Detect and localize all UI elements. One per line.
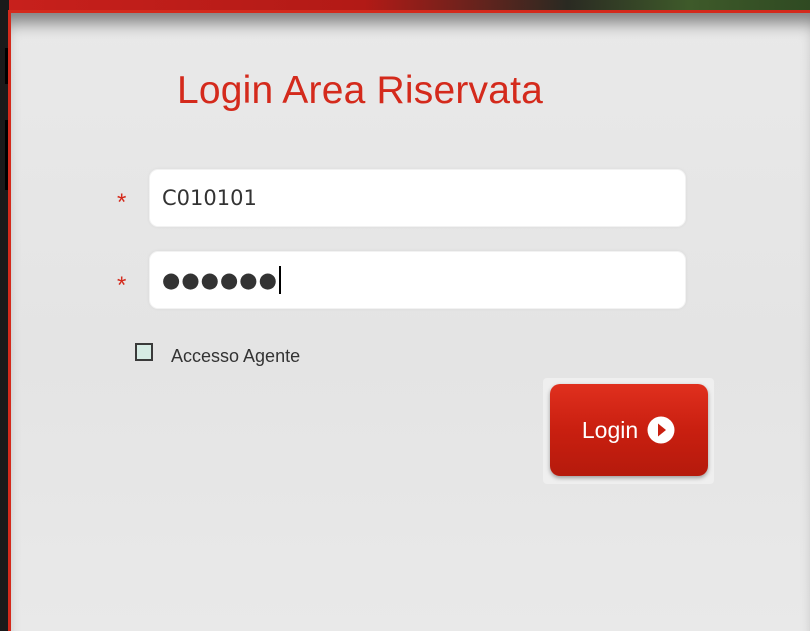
username-required-marker: * [117, 189, 127, 216]
login-button-label: Login [581, 416, 639, 443]
password-field[interactable]: ●●●●●● [149, 251, 686, 309]
password-required-marker: * [117, 272, 127, 299]
accesso-agente-label[interactable]: Accesso Agente [171, 346, 300, 367]
play-circle-icon [646, 415, 676, 445]
username-field[interactable]: C010101 [149, 169, 686, 227]
password-value: ●●●●●● [162, 268, 278, 292]
accesso-agente-checkbox[interactable] [135, 343, 153, 361]
username-value: C010101 [162, 186, 257, 210]
login-dialog: Login Area Riservata * C010101 * ●●●●●● … [8, 10, 810, 631]
text-cursor [278, 266, 281, 294]
page: Login Area Riservata * C010101 * ●●●●●● … [0, 0, 810, 631]
login-button[interactable]: Login [550, 384, 708, 476]
dialog-title: Login Area Riservata [177, 69, 544, 112]
